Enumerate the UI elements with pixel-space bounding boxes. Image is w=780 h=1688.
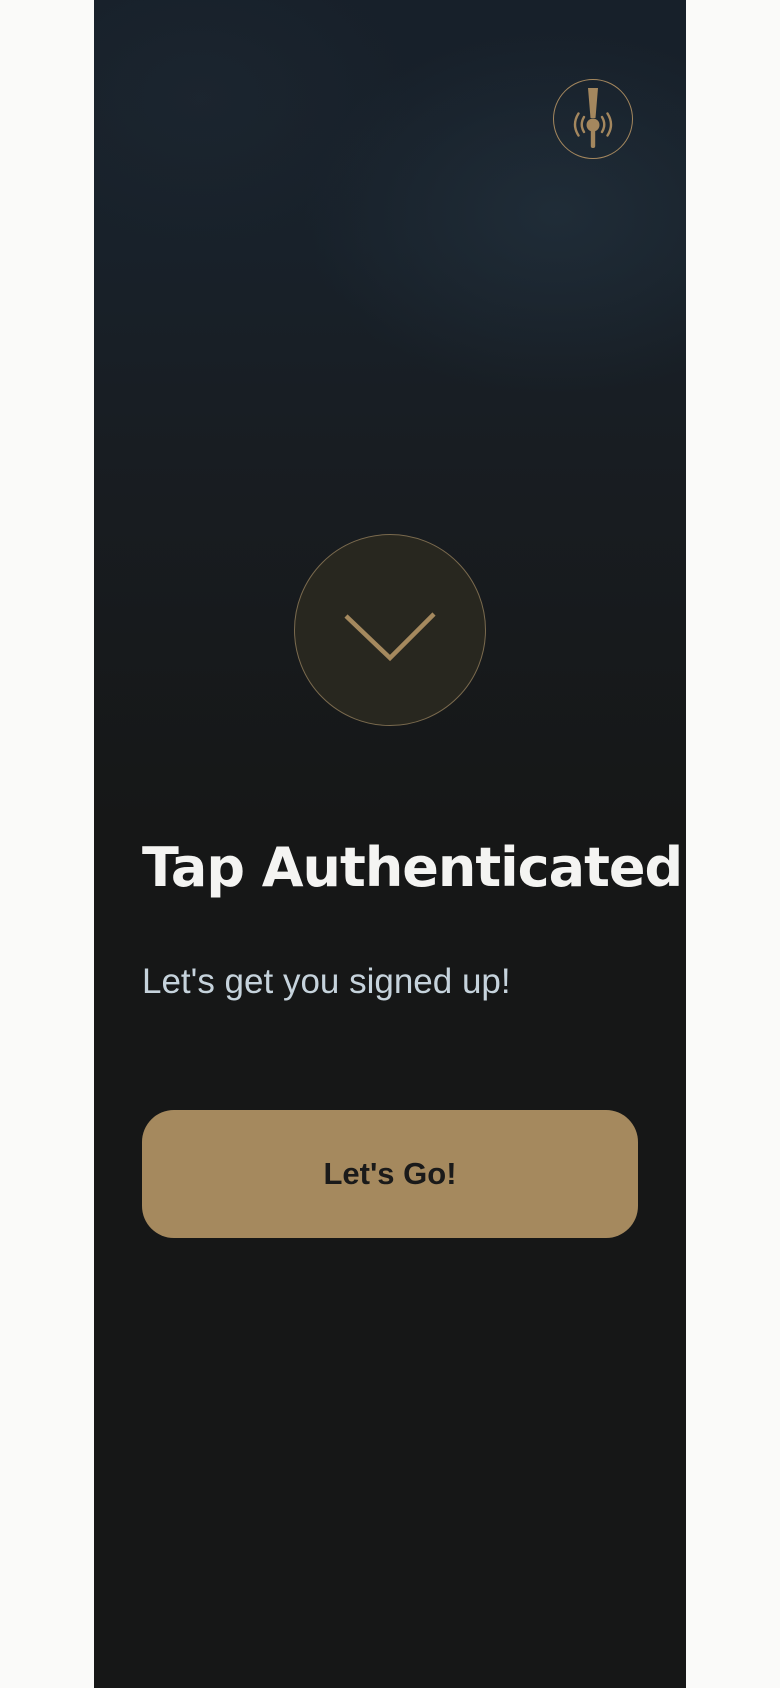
app-screen: Tap Authenticated Let's get you signed u… (94, 0, 686, 1688)
lets-go-button[interactable]: Let's Go! (142, 1110, 638, 1238)
page-title: Tap Authenticated (142, 836, 683, 899)
brand-logo (553, 79, 633, 159)
success-indicator (294, 534, 486, 726)
checkmark-icon (344, 612, 436, 662)
beer-tap-nfc-icon (573, 88, 613, 148)
page-subtitle: Let's get you signed up! (142, 962, 511, 1001)
